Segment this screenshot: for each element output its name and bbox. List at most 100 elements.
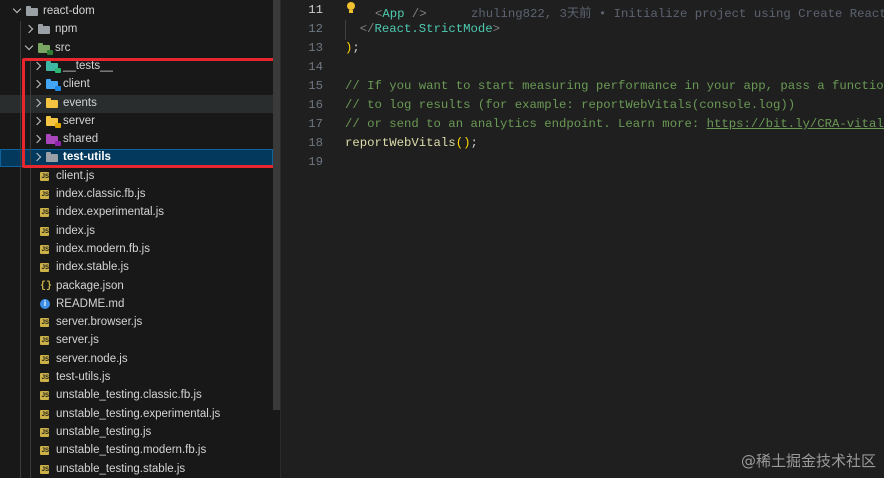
code-token: React.StrictMode: [374, 22, 493, 36]
js-file-icon: JS: [40, 263, 49, 273]
line-number: 11: [308, 3, 323, 17]
line-number: 13: [308, 41, 323, 55]
explorer-row-label: index.stable.js: [56, 261, 129, 274]
code-editor[interactable]: 11 <App /> zhuling822, 3天前 • Initialize p…: [281, 0, 884, 478]
explorer-file-row[interactable]: JS index.js: [0, 223, 273, 241]
explorer-row-label: npm: [55, 23, 78, 36]
code-token: // to log results (for example: reportWe…: [345, 98, 796, 112]
explorer-file-row[interactable]: JS unstable_testing.modern.fb.js: [0, 442, 273, 460]
explorer-file-row[interactable]: JS unstable_testing.classic.fb.js: [0, 387, 273, 405]
explorer-folder-npm[interactable]: npm: [0, 21, 273, 39]
explorer-row-label: server.browser.js: [56, 316, 143, 329]
explorer-row-label: unstable_testing.classic.fb.js: [56, 389, 202, 402]
explorer-row-label: index.experimental.js: [56, 206, 165, 219]
code-token: App: [382, 7, 405, 21]
explorer-file-row[interactable]: JS test-utils.js: [0, 369, 273, 387]
explorer-row-label: unstable_testing.js: [56, 425, 152, 438]
chevron-down-icon[interactable]: [12, 4, 22, 14]
explorer-row-label: package.json: [56, 279, 124, 292]
code-token: reportWebVitals: [345, 136, 456, 150]
js-file-icon: JS: [40, 373, 49, 382]
code-token: </: [345, 22, 375, 36]
explorer-file-row[interactable]: JS unstable_testing.js: [0, 424, 273, 442]
explorer-file-row[interactable]: i README.md: [0, 296, 273, 314]
code-line[interactable]: <App /> zhuling822, 3天前 • Initialize pro…: [375, 3, 884, 21]
code-token: ;: [470, 136, 478, 150]
folder-badge-icon: [47, 49, 53, 55]
folder-icon: [38, 24, 50, 35]
chevron-down-icon[interactable]: [24, 41, 34, 50]
explorer-file-row[interactable]: JS index.experimental.js: [0, 204, 273, 222]
explorer-row-label: client.js: [56, 169, 95, 182]
explorer-row-label: test-utils.js: [56, 371, 111, 383]
lightbulb-icon[interactable]: [345, 2, 357, 18]
code-token: >: [492, 22, 500, 36]
js-file-icon: JS: [40, 171, 49, 181]
watermark: @稀土掘金技术社区: [740, 452, 876, 470]
code-line[interactable]: // If you want to start measuring perfor…: [345, 79, 884, 93]
js-file-icon: JS: [40, 464, 49, 474]
explorer-file-row[interactable]: JS client.js: [0, 168, 273, 186]
explorer-row-label: README.md: [56, 297, 125, 310]
code-line[interactable]: // to log results (for example: reportWe…: [345, 98, 795, 112]
line-number: 19: [308, 155, 323, 169]
js-file-icon: JS: [40, 391, 49, 401]
file-explorer: react-dom npm src __tests__ client events serv…: [0, 0, 280, 478]
line-number: 18: [308, 136, 323, 150]
explorer-row-label: unstable_testing.stable.js: [56, 462, 186, 475]
highlight-annotation-box: [22, 58, 280, 168]
explorer-scrollbar[interactable]: [273, 0, 280, 410]
explorer-row-label: unstable_testing.experimental.js: [56, 407, 221, 420]
code-token: />: [404, 7, 427, 21]
tree-indent-guide: [20, 21, 21, 478]
js-file-icon: JS: [40, 354, 49, 364]
explorer-row-label: unstable_testing.modern.fb.js: [56, 444, 207, 457]
explorer-file-row[interactable]: JS server.js: [0, 332, 273, 350]
code-token: ;: [352, 41, 360, 55]
code-token: (): [455, 136, 471, 150]
js-file-icon: JS: [40, 208, 49, 218]
js-file-icon: JS: [40, 446, 49, 456]
explorer-row-label: index.modern.fb.js: [56, 242, 150, 255]
explorer-file-row[interactable]: {} package.json: [0, 278, 273, 296]
js-file-icon: JS: [40, 244, 49, 254]
code-line[interactable]: </React.StrictMode>: [345, 22, 500, 36]
info-file-icon: i: [40, 298, 50, 309]
code-line[interactable]: reportWebVitals();: [345, 136, 478, 150]
git-blame-annotation: zhuling822, 3天前 • Initialize project usi…: [426, 7, 884, 21]
explorer-file-row[interactable]: JS unstable_testing.stable.js: [0, 461, 273, 478]
chevron-right-icon[interactable]: [24, 25, 34, 34]
explorer-file-row[interactable]: JS server.node.js: [0, 351, 273, 369]
explorer-row-label: index.js: [56, 224, 95, 237]
line-number: 14: [308, 60, 323, 74]
line-number: 12: [308, 22, 323, 36]
folder-icon: [38, 42, 53, 55]
js-file-icon: JS: [40, 409, 49, 419]
explorer-file-row[interactable]: JS index.modern.fb.js: [0, 241, 273, 259]
line-number: 16: [308, 98, 323, 112]
explorer-row-label: server.node.js: [56, 352, 128, 365]
code-token: // If you want to start measuring perfor…: [345, 79, 884, 93]
explorer-folder-react-dom[interactable]: react-dom: [0, 3, 273, 21]
explorer-row-label: src: [55, 41, 71, 54]
js-file-icon: JS: [40, 318, 49, 328]
explorer-folder-src[interactable]: src: [0, 40, 273, 58]
explorer-file-row[interactable]: JS index.stable.js: [0, 259, 273, 277]
explorer-file-row[interactable]: JS unstable_testing.experimental.js: [0, 406, 273, 424]
js-file-icon: JS: [40, 226, 49, 236]
line-number: 17: [308, 117, 323, 131]
code-link[interactable]: https://bit.ly/CRA-vitals: [707, 117, 884, 131]
explorer-row-label: react-dom: [43, 5, 95, 17]
explorer-row-label: index.classic.fb.js: [56, 188, 146, 200]
explorer-file-row[interactable]: JS server.browser.js: [0, 314, 273, 332]
line-number: 15: [308, 79, 323, 93]
js-file-icon: JS: [40, 336, 49, 346]
explorer-row-label: server.js: [56, 334, 99, 347]
js-file-icon: JS: [40, 427, 49, 437]
explorer-file-row[interactable]: JS index.classic.fb.js: [0, 186, 273, 204]
json-file-icon: {}: [40, 280, 53, 292]
code-line[interactable]: );: [345, 41, 360, 55]
folder-icon: [26, 6, 38, 16]
code-line[interactable]: // or send to an analytics endpoint. Lea…: [345, 117, 884, 131]
js-file-icon: JS: [40, 190, 49, 199]
